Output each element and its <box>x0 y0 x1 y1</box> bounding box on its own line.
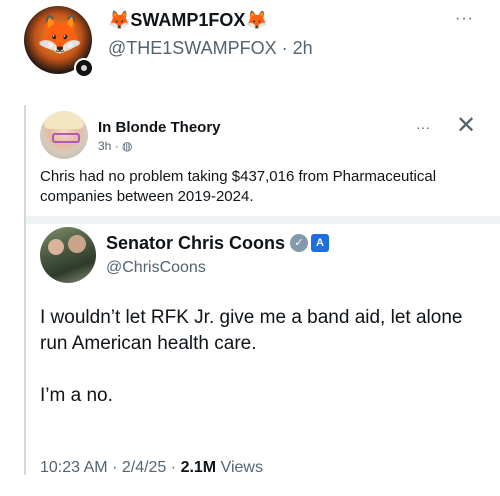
views-count: 2.1M <box>180 459 217 476</box>
tweet-paragraph: I’m a no. <box>40 385 113 406</box>
government-badge-icon: A <box>311 234 329 252</box>
quoted-author-avatar[interactable] <box>40 111 88 159</box>
tweet-author-handle[interactable]: @ChrisCoons <box>106 259 206 277</box>
tweet-footer: 10:23 AM · 2/4/25 · 2.1M Views <box>40 459 263 477</box>
author-handle-line: @THE1SWAMPFOX · 2h <box>108 38 313 59</box>
quoted-time: 3h <box>98 139 112 153</box>
quoted-post[interactable]: In Blonde Theory 3h · ◍ ··· ✕ Chris had … <box>24 105 500 477</box>
quoted-meta: 3h · ◍ <box>98 139 133 153</box>
separator: · <box>281 38 288 58</box>
tweet-time[interactable]: 10:23 AM <box>40 459 108 476</box>
quoted-post-text: Chris had no problem taking $437,016 fro… <box>40 168 437 205</box>
fox-emoji-icon: 🦊 <box>108 10 131 30</box>
divider <box>26 216 500 224</box>
tweet-author-name[interactable]: Senator Chris Coons <box>106 233 285 254</box>
globe-icon: ◍ <box>122 139 133 153</box>
post-time[interactable]: 2h <box>293 38 313 58</box>
separator: · <box>112 459 118 476</box>
author-display-name[interactable]: 🦊SWAMP1FOX🦊 <box>108 10 268 31</box>
quoted-more-icon[interactable]: ··· <box>416 119 430 135</box>
tweet-date[interactable]: 2/4/25 <box>122 459 166 476</box>
post-header: 🦊 🦊SWAMP1FOX🦊 @THE1SWAMPFOX · 2h ··· <box>0 0 500 100</box>
verified-badge-icon: ✓ <box>290 234 308 252</box>
more-options-icon[interactable]: ··· <box>455 10 474 28</box>
tweet-body: I wouldn’t let RFK Jr. give me a band ai… <box>40 305 495 409</box>
quoted-author-name[interactable]: In Blonde Theory <box>98 119 221 136</box>
author-handle[interactable]: @THE1SWAMPFOX <box>108 38 277 58</box>
separator: · <box>114 139 119 153</box>
close-icon[interactable]: ✕ <box>456 111 476 140</box>
views-label: Views <box>220 459 263 476</box>
avatar-badge-icon <box>74 58 94 78</box>
fox-avatar-icon: 🦊 <box>36 14 84 56</box>
tweet-paragraph: I wouldn’t let RFK Jr. give me a band ai… <box>40 307 463 354</box>
tweet-author-avatar[interactable] <box>40 227 96 283</box>
separator: · <box>170 459 177 476</box>
fox-emoji-icon: 🦊 <box>245 10 268 30</box>
display-name-text: SWAMP1FOX <box>130 10 246 30</box>
